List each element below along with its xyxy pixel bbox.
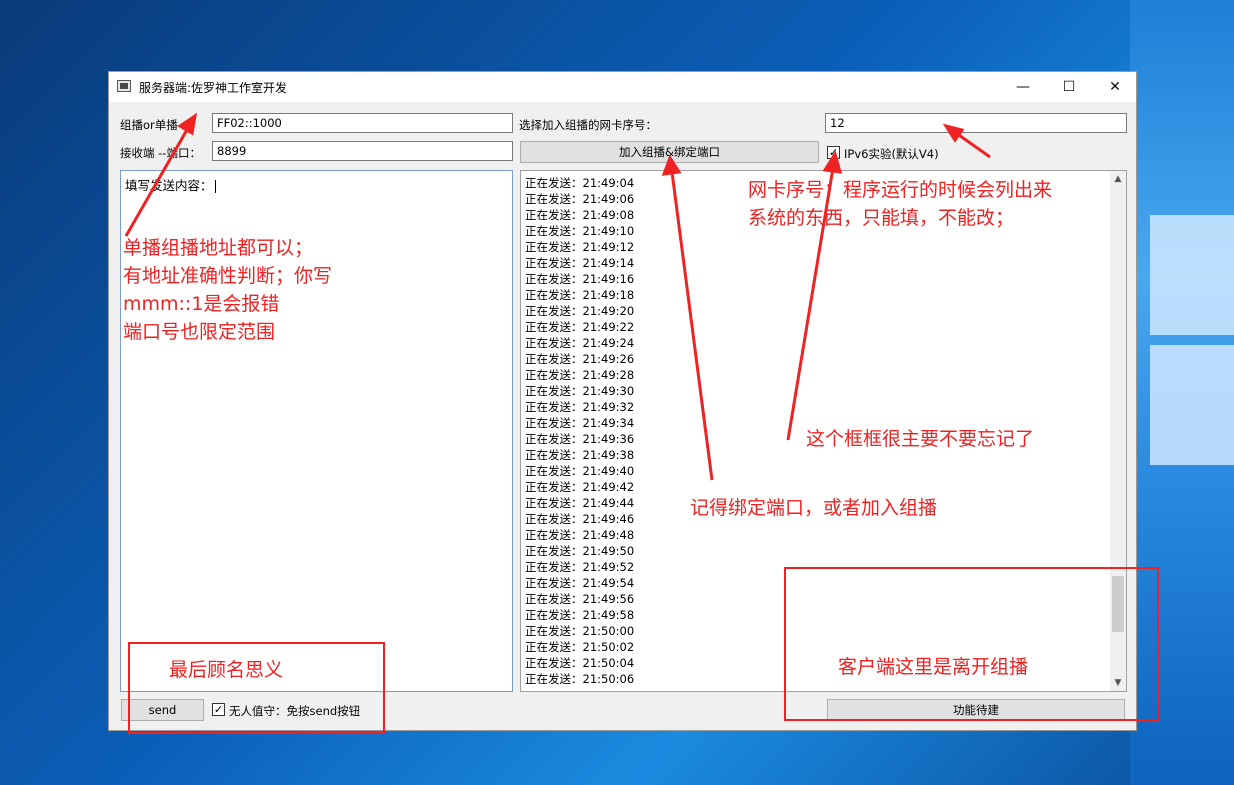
log-line: 正在发送：21:49:32 — [525, 400, 635, 414]
log-line: 正在发送：21:49:40 — [525, 464, 635, 478]
log-line: 正在发送：21:50:06 — [525, 672, 635, 686]
checkbox-note: 这个框框很主要不要忘记了 — [806, 428, 1035, 450]
bottom-left-note: 最后顾名思义 — [169, 659, 284, 681]
address-note: 单播组播地址都可以； 有地址准确性判断；你写 mmm::1是会报错 端口号也限定… — [123, 237, 333, 343]
log-line: 正在发送：21:50:00 — [525, 624, 635, 638]
log-line: 正在发送：21:49:10 — [525, 224, 635, 238]
app-icon — [117, 80, 131, 92]
text-caret — [214, 180, 216, 193]
nic-index-input[interactable]: 12 — [825, 113, 1127, 133]
maximize-button[interactable]: ☐ — [1046, 72, 1092, 102]
ipv6-checkbox[interactable]: ✓ — [827, 146, 840, 159]
bottom-right-highlight-box — [784, 567, 1159, 721]
bottom-right-note: 客户端这里是离开组播 — [838, 656, 1029, 678]
title-bar: 服务器端:佐罗神工作室开发 — ☐ ✕ — [109, 72, 1136, 102]
log-line: 正在发送：21:49:38 — [525, 448, 635, 462]
log-line: 正在发送：21:49:42 — [525, 480, 635, 494]
log-line: 正在发送：21:49:08 — [525, 208, 635, 222]
nic-index-label: 选择加入组播的网卡序号： — [519, 118, 657, 132]
log-line: 正在发送：21:49:44 — [525, 496, 635, 510]
log-line: 正在发送：21:49:28 — [525, 368, 635, 382]
log-line: 正在发送：21:50:04 — [525, 656, 635, 670]
log-line: 正在发送：21:49:04 — [525, 176, 635, 190]
log-line: 正在发送：21:49:12 — [525, 240, 635, 254]
scroll-up-arrow-icon[interactable]: ▲ — [1110, 171, 1126, 187]
log-line: 正在发送：21:49:54 — [525, 576, 635, 590]
log-line: 正在发送：21:49:06 — [525, 192, 635, 206]
port-label: 接收端 --端口： — [120, 146, 201, 160]
log-line: 正在发送：21:49:18 — [525, 288, 635, 302]
nic-note: 网卡序号：程序运行的时候会列出来 系统的东西，只能填，不能改； — [748, 179, 1053, 229]
log-line: 正在发送：21:49:20 — [525, 304, 635, 318]
group-address-label: 组播or单播 ： — [120, 118, 193, 132]
minimize-button[interactable]: — — [1000, 72, 1046, 102]
port-input[interactable]: 8899 — [212, 141, 513, 161]
join-group-bind-port-button[interactable]: 加入组播&绑定端口 — [520, 141, 819, 163]
log-line: 正在发送：21:49:30 — [525, 384, 635, 398]
log-lines: 正在发送：21:49:04 正在发送：21:49:06 正在发送：21:49:08 正… — [525, 175, 634, 687]
send-content-text: 填写发送内容： — [125, 178, 213, 193]
close-button[interactable]: ✕ — [1092, 72, 1138, 102]
log-line: 正在发送：21:49:36 — [525, 432, 635, 446]
ipv6-checkbox-label: IPv6实验(默认V4) — [844, 147, 939, 161]
log-line: 正在发送：21:50:02 — [525, 640, 635, 654]
log-line: 正在发送：21:49:52 — [525, 560, 635, 574]
group-address-input[interactable]: FF02::1000 — [212, 113, 513, 133]
bind-port-note: 记得绑定端口，或者加入组播 — [690, 497, 938, 519]
window-title: 服务器端:佐罗神工作室开发 — [139, 81, 288, 95]
log-line: 正在发送：21:49:34 — [525, 416, 635, 430]
log-line: 正在发送：21:49:56 — [525, 592, 635, 606]
log-line: 正在发送：21:49:46 — [525, 512, 635, 526]
log-line: 正在发送：21:49:22 — [525, 320, 635, 334]
log-line: 正在发送：21:49:14 — [525, 256, 635, 270]
log-line: 正在发送：21:49:26 — [525, 352, 635, 366]
log-line: 正在发送：21:49:48 — [525, 528, 635, 542]
log-line: 正在发送：21:49:16 — [525, 272, 635, 286]
log-line: 正在发送：21:49:24 — [525, 336, 635, 350]
log-line: 正在发送：21:49:50 — [525, 544, 635, 558]
log-line: 正在发送：21:49:58 — [525, 608, 635, 622]
